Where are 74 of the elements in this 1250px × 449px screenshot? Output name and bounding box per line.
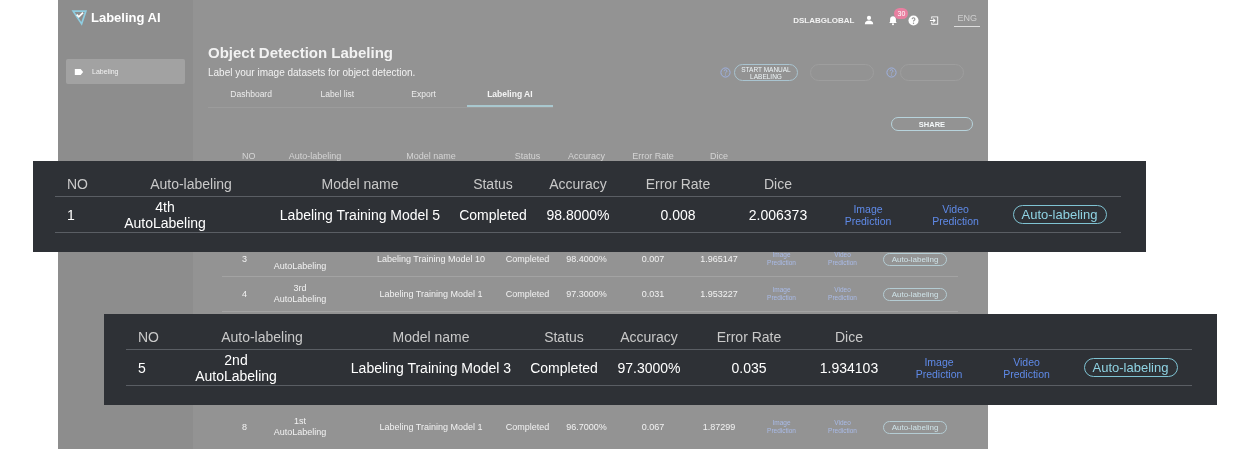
row-number: 3: [241, 254, 248, 264]
table-cell-text: 2.006373: [747, 206, 809, 223]
user-icon: [864, 15, 875, 25]
column-header: Error Rate: [631, 151, 675, 161]
column-header: Dice: [834, 329, 864, 345]
page-title: Object Detection Labeling: [208, 43, 395, 63]
row-number: 5: [137, 359, 147, 376]
tab[interactable]: Labeling AI: [466, 83, 553, 107]
table-cell-text: Completed: [529, 359, 599, 376]
table-cell-text: Completed: [504, 289, 551, 299]
table-cell-text: 1st AutoLabeling: [272, 416, 328, 438]
bell-icon: [888, 14, 899, 26]
table-cell-text: 98.4000%: [565, 254, 608, 264]
table-cell-text: 0.007: [640, 254, 666, 264]
app-logo: Labeling AI: [91, 9, 161, 25]
help-icon: [908, 14, 920, 26]
language-selector[interactable]: ENG: [954, 13, 980, 27]
tab[interactable]: Dashboard: [208, 83, 295, 107]
table-cell-text: 0.035: [730, 359, 768, 376]
tab[interactable]: Label list: [294, 83, 381, 107]
logout-icon: [929, 14, 941, 26]
tab[interactable]: Export: [380, 83, 467, 107]
row-number: 4: [241, 289, 248, 299]
column-header: Dice: [709, 151, 729, 161]
table-cell-text: 98.8000%: [545, 206, 611, 223]
image-prediction-link[interactable]: Image Prediction: [908, 355, 970, 380]
column-header: Model name: [320, 176, 400, 192]
column-header: Auto-labeling: [149, 176, 233, 192]
column-header: Error Rate: [715, 329, 783, 345]
image-prediction-link[interactable]: Image Prediction: [837, 202, 899, 227]
column-header: Auto-labeling: [220, 329, 304, 345]
table-cell-text: Completed: [504, 254, 551, 264]
table-cell-text: Labeling Training Model 3: [349, 359, 513, 376]
column-header: Dice: [763, 176, 793, 192]
column-header: Accuracy: [548, 176, 608, 192]
row-number: 1: [66, 206, 76, 223]
table-cell-text: Labeling Training Model 1: [378, 422, 484, 432]
column-header: Status: [513, 151, 542, 161]
table-cell-text: Labeling Training Model 1: [378, 289, 484, 299]
table-cell-text: 0.008: [659, 206, 697, 223]
column-header: Error Rate: [644, 176, 712, 192]
column-header: NO: [241, 151, 257, 161]
table-cell-text: AutoLabeling: [272, 261, 328, 273]
video-prediction-link[interactable]: Video Prediction: [924, 202, 987, 227]
column-header: Accuracy: [619, 329, 679, 345]
table-cell-text: Labeling Training Model 10: [375, 254, 487, 264]
table-cell-text: 1.87299: [701, 422, 737, 432]
table-cell-text: 0.031: [640, 289, 666, 299]
table-cell-text: 96.7000%: [565, 422, 608, 432]
table-cell-text: 0.067: [640, 422, 666, 432]
table-cell-text: Completed: [458, 206, 528, 223]
username: DSLABGLOBAL: [793, 15, 855, 25]
help-icon: [886, 67, 897, 78]
video-prediction-link[interactable]: Video Prediction: [995, 355, 1058, 380]
page-subtitle: Label your image datasets for object detection.: [208, 66, 416, 80]
column-header: NO: [137, 329, 160, 345]
tag-icon: [74, 66, 84, 77]
table-cell-text: 97.3000%: [616, 359, 682, 376]
column-header: Status: [543, 329, 585, 345]
table-cell-text: 4th AutoLabeling: [123, 198, 207, 231]
table-cell-text: 1.934103: [818, 359, 880, 376]
table-cell-text: 1.953227: [699, 289, 739, 299]
table-cell-text: 97.3000%: [565, 289, 608, 299]
column-header: Status: [472, 176, 514, 192]
table-cell-text: Labeling Training Model 5: [278, 206, 442, 223]
column-header: Model name: [391, 329, 471, 345]
table-cell-text: Completed: [504, 422, 551, 432]
column-header: NO: [66, 176, 89, 192]
logo-icon: [71, 8, 88, 26]
table-cell-text: 2nd AutoLabeling: [194, 351, 278, 384]
table-cell-text: 1.965147: [699, 254, 739, 264]
help-icon: [720, 67, 731, 78]
row-number: 8: [241, 422, 248, 432]
table-cell-text: 3rd AutoLabeling: [272, 283, 328, 305]
